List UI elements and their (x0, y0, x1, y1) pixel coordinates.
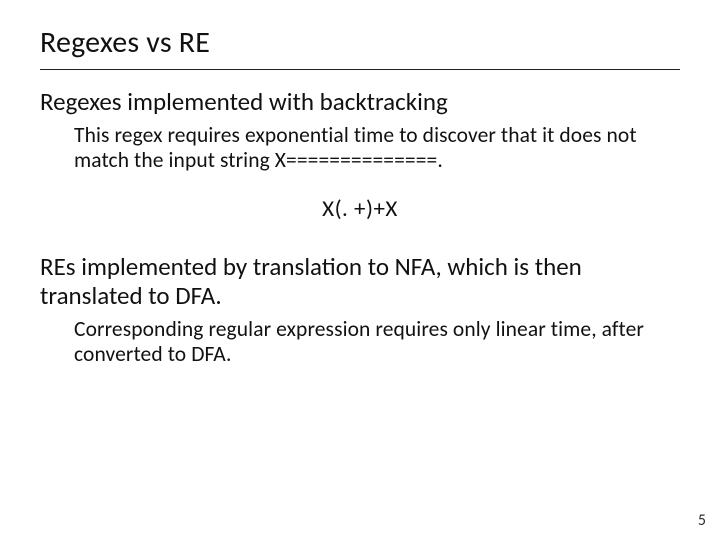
section-heading-1: Regexes implemented with backtracking (40, 88, 680, 117)
section-heading-2: REs implemented by translation to NFA, w… (40, 253, 680, 311)
section-body-2: Corresponding regular expression require… (74, 317, 680, 368)
title-rule (40, 69, 680, 70)
regex-example: X(. +)+X (40, 195, 680, 223)
slide-title: Regexes vs RE (40, 24, 680, 61)
section-body-1: This regex requires exponential time to … (74, 123, 680, 174)
page-number: 5 (698, 511, 706, 530)
slide: Regexes vs RE Regexes implemented with b… (0, 0, 720, 540)
